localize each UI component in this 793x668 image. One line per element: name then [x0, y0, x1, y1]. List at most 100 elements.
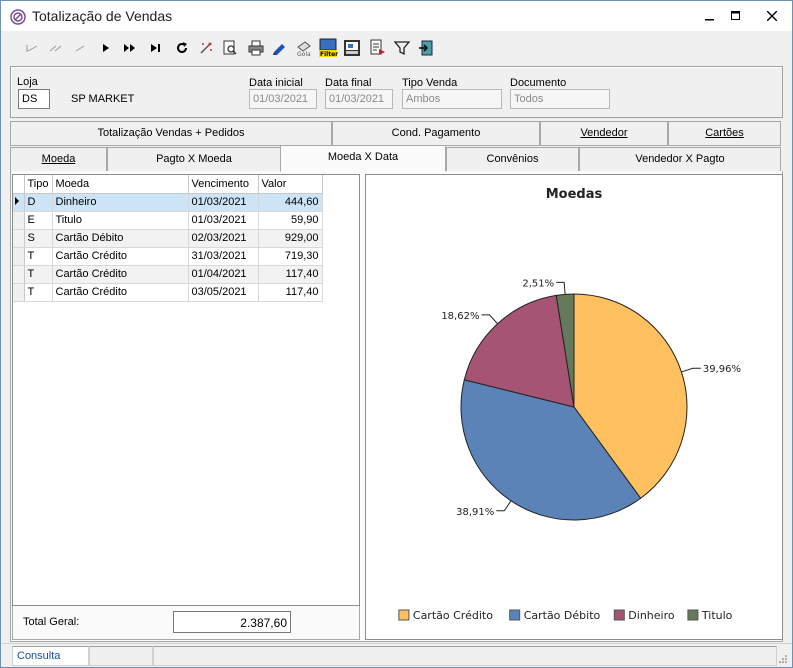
- prev-page-button[interactable]: [45, 37, 67, 59]
- cell-vencimento[interactable]: 03/05/2021: [188, 283, 259, 302]
- loja-name: SP MARKET: [71, 93, 135, 105]
- tab-label: Totalização Vendas + Pedidos: [97, 127, 245, 139]
- next-page-button[interactable]: [119, 37, 141, 59]
- tab-moeda-x-data[interactable]: Moeda X Data: [280, 145, 446, 172]
- cell-valor[interactable]: 719,30: [258, 247, 323, 266]
- col-header-valor[interactable]: Valor: [258, 175, 323, 194]
- cell-vencimento[interactable]: 01/04/2021: [188, 265, 259, 284]
- filter-button[interactable]: Filter: [317, 37, 339, 59]
- exit-icon: [419, 40, 433, 56]
- export-button[interactable]: [367, 37, 389, 59]
- cell-vencimento[interactable]: 01/03/2021: [188, 193, 259, 212]
- row-indicator[interactable]: [13, 193, 25, 212]
- prev-button[interactable]: [69, 37, 91, 59]
- col-header-moeda[interactable]: Moeda: [52, 175, 189, 194]
- tab-convenios[interactable]: Convênios: [446, 147, 579, 172]
- cell-moeda[interactable]: Cartão Crédito: [52, 265, 189, 284]
- pie-data-label: 38,91%: [456, 507, 494, 518]
- legend-swatch: [509, 609, 521, 621]
- cell-tipo[interactable]: E: [24, 211, 53, 230]
- table-row[interactable]: E Titulo 01/03/2021 59,90: [13, 211, 323, 230]
- row-indicator[interactable]: [13, 247, 25, 266]
- cell-moeda[interactable]: Dinheiro: [52, 193, 189, 212]
- cell-valor[interactable]: 117,40: [258, 265, 323, 284]
- funnel-button[interactable]: [391, 37, 413, 59]
- table-row[interactable]: D Dinheiro 01/03/2021 444,60: [13, 193, 323, 212]
- row-indicator[interactable]: [13, 229, 25, 248]
- data-inicial-field[interactable]: 01/03/2021: [249, 89, 317, 109]
- close-button[interactable]: [757, 1, 787, 31]
- window-title: Totalização de Vendas: [32, 8, 173, 24]
- tab-label: Vendedor X Pagto: [635, 153, 725, 165]
- print-icon: [248, 40, 264, 56]
- tab-label: Vendedor: [580, 127, 628, 139]
- cell-vencimento[interactable]: 01/03/2021: [188, 211, 259, 230]
- col-header-vencimento[interactable]: Vencimento: [188, 175, 259, 194]
- svg-text:Filter: Filter: [320, 51, 338, 58]
- refresh-button[interactable]: [171, 37, 193, 59]
- cell-tipo[interactable]: S: [24, 229, 53, 248]
- tab-totalizacao-vendas-pedidos[interactable]: Totalização Vendas + Pedidos: [10, 121, 332, 146]
- maximize-button[interactable]: [721, 1, 751, 31]
- grid-corner: [13, 175, 25, 194]
- first-button[interactable]: [21, 37, 43, 59]
- tab-pagto-x-moeda[interactable]: Pagto X Moeda: [107, 147, 281, 172]
- row-indicator[interactable]: [13, 283, 25, 302]
- resize-grip-icon[interactable]: [778, 654, 788, 664]
- exit-button[interactable]: [415, 37, 437, 59]
- tipo-venda-field[interactable]: Ambos: [402, 89, 502, 109]
- cell-valor[interactable]: 117,40: [258, 283, 323, 302]
- cell-moeda[interactable]: Titulo: [52, 211, 189, 230]
- legend-label: Cartão Débito: [524, 609, 601, 622]
- cell-tipo[interactable]: D: [24, 193, 53, 212]
- tab-cartoes[interactable]: Cartões: [668, 121, 781, 146]
- last-button[interactable]: [145, 37, 167, 59]
- table-row[interactable]: T Cartão Crédito 01/04/2021 117,40: [13, 265, 323, 284]
- toolbar: Gola Filter: [11, 34, 781, 62]
- total-panel: Total Geral: 2.387,60: [12, 606, 360, 640]
- report-button[interactable]: [341, 37, 363, 59]
- status-cell-3: [153, 646, 777, 666]
- tab-vendedor[interactable]: Vendedor: [540, 121, 668, 146]
- cell-valor[interactable]: 444,60: [258, 193, 323, 212]
- row-pointer-icon: [15, 196, 19, 205]
- cell-moeda[interactable]: Cartão Crédito: [52, 283, 189, 302]
- next-button[interactable]: [95, 37, 117, 59]
- row-indicator[interactable]: [13, 265, 25, 284]
- table-row[interactable]: S Cartão Débito 02/03/2021 929,00: [13, 229, 323, 248]
- cell-moeda[interactable]: Cartão Débito: [52, 229, 189, 248]
- export-icon: [370, 39, 385, 55]
- data-final-field[interactable]: 01/03/2021: [325, 89, 393, 109]
- print-button[interactable]: [245, 37, 267, 59]
- svg-text:Gola: Gola: [297, 51, 311, 57]
- tab-cond-pagamento[interactable]: Cond. Pagamento: [332, 121, 540, 146]
- cell-tipo[interactable]: T: [24, 283, 53, 302]
- pie-data-label: 2,51%: [522, 278, 554, 289]
- cell-moeda[interactable]: Cartão Crédito: [52, 247, 189, 266]
- main-window: Totalização de Vendas Gola Filter Loja D…: [0, 0, 793, 668]
- cell-valor[interactable]: 929,00: [258, 229, 323, 248]
- tab-label: Cond. Pagamento: [391, 127, 481, 139]
- data-inicial-label: Data inicial: [249, 77, 303, 89]
- magic-button[interactable]: [195, 37, 217, 59]
- total-field[interactable]: 2.387,60: [173, 611, 291, 633]
- cell-valor[interactable]: 59,90: [258, 211, 323, 230]
- tab-moeda[interactable]: Moeda: [10, 147, 107, 172]
- edit-button[interactable]: [269, 37, 291, 59]
- data-grid: Tipo Moeda Vencimento Valor D Dinheiro 01/…: [12, 174, 360, 606]
- tab-label: Pagto X Moeda: [156, 153, 232, 165]
- tab-vendedor-x-pagto[interactable]: Vendedor X Pagto: [579, 147, 781, 172]
- loja-code-field[interactable]: DS: [18, 89, 50, 109]
- cell-tipo[interactable]: T: [24, 247, 53, 266]
- preview-button[interactable]: [219, 37, 241, 59]
- row-indicator[interactable]: [13, 211, 25, 230]
- clear-button[interactable]: Gola: [293, 37, 315, 59]
- table-row[interactable]: T Cartão Crédito 03/05/2021 117,40: [13, 283, 323, 302]
- legend-swatch: [398, 609, 410, 621]
- table-row[interactable]: T Cartão Crédito 31/03/2021 719,30: [13, 247, 323, 266]
- cell-vencimento[interactable]: 31/03/2021: [188, 247, 259, 266]
- cell-vencimento[interactable]: 02/03/2021: [188, 229, 259, 248]
- cell-tipo[interactable]: T: [24, 265, 53, 284]
- documento-field[interactable]: Todos: [510, 89, 610, 109]
- col-header-tipo[interactable]: Tipo: [24, 175, 53, 194]
